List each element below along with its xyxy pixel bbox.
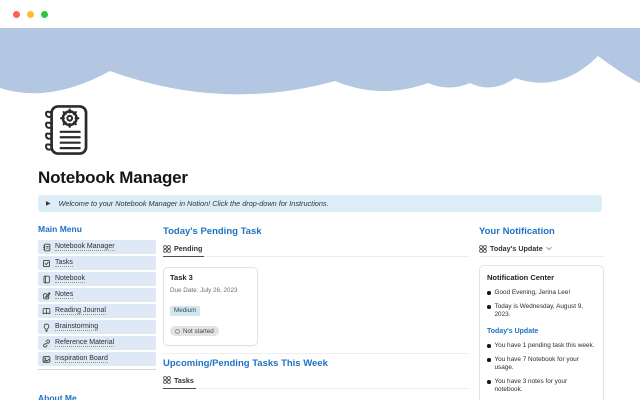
sidebar-item-reference-material[interactable]: Reference Material bbox=[38, 336, 156, 350]
page-icon-notebook[interactable] bbox=[38, 101, 96, 159]
open-book-icon bbox=[42, 307, 51, 316]
board-separator bbox=[163, 353, 469, 354]
tab-label: Tasks bbox=[174, 376, 194, 385]
tab-label: Pending bbox=[174, 244, 202, 253]
sidebar-item-label: Notebook Manager bbox=[55, 243, 115, 252]
notification-item: Good Evening, Jerina Lee! bbox=[487, 289, 596, 297]
gallery-view-icon bbox=[163, 245, 171, 253]
cloud-wave-decoration bbox=[0, 28, 640, 98]
bullet-icon bbox=[487, 344, 491, 348]
notion-window: Notebook Manager ▶ Welcome to your Noteb… bbox=[0, 0, 640, 400]
header-banner bbox=[0, 28, 640, 98]
notification-text: You have 3 notes for your notebook. bbox=[495, 378, 597, 394]
compose-icon bbox=[42, 291, 51, 300]
notification-item: You have 3 notes for your notebook. bbox=[487, 378, 596, 394]
instructions-callout[interactable]: ▶ Welcome to your Notebook Manager in No… bbox=[38, 195, 602, 212]
tasks-tab-bar: Tasks bbox=[163, 374, 469, 389]
sidebar-item-notebook-manager[interactable]: Notebook Manager bbox=[38, 240, 156, 254]
task-check-icon bbox=[42, 259, 51, 268]
notification-text: Today is Wednesday, August 9, 2023. bbox=[495, 303, 597, 319]
sidebar-item-notebook[interactable]: Notebook bbox=[38, 272, 156, 286]
lightbulb-icon bbox=[42, 323, 51, 332]
priority-badge: Medium bbox=[170, 306, 200, 316]
bullet-icon bbox=[487, 305, 491, 309]
bullet-icon bbox=[487, 291, 491, 295]
main-menu-heading: Main Menu bbox=[38, 224, 156, 234]
image-frame-icon bbox=[42, 355, 51, 364]
sidebar-item-reading-journal[interactable]: Reading Journal bbox=[38, 304, 156, 318]
todays-pending-task-heading: Today's Pending Task bbox=[163, 226, 469, 237]
sidebar-item-label: Notes bbox=[55, 291, 73, 300]
notification-item: Today is Wednesday, August 9, 2023. bbox=[487, 303, 596, 319]
notification-text: You have 1 pending task this week. bbox=[495, 342, 595, 350]
spiral-notebook-icon bbox=[42, 243, 51, 252]
status-ring-icon bbox=[175, 329, 180, 334]
tab-tasks[interactable]: Tasks bbox=[163, 376, 196, 389]
bullet-icon bbox=[487, 380, 491, 384]
sidebar-item-inspiration-board[interactable]: Inspiration Board bbox=[38, 352, 156, 366]
notification-item: You have 1 pending task this week. bbox=[487, 342, 596, 350]
window-titlebar bbox=[0, 0, 640, 28]
toggle-triangle-icon[interactable]: ▶ bbox=[46, 201, 51, 207]
tab-label: Today's Update bbox=[490, 244, 543, 253]
tab-pending[interactable]: Pending bbox=[163, 244, 204, 257]
task-title: Task 3 bbox=[170, 273, 251, 282]
sidebar-item-tasks[interactable]: Tasks bbox=[38, 256, 156, 270]
page-title: Notebook Manager bbox=[38, 168, 602, 188]
notification-item: You have 7 Notebook for your usage. bbox=[487, 356, 596, 372]
sidebar-item-label: Reference Material bbox=[55, 339, 114, 348]
sidebar-item-label: Inspiration Board bbox=[55, 355, 108, 364]
notification-tab-bar: Today's Update bbox=[479, 242, 604, 257]
notification-card-title: Notification Center bbox=[487, 273, 596, 282]
gallery-view-icon bbox=[479, 245, 487, 253]
sidebar-item-notes[interactable]: Notes bbox=[38, 288, 156, 302]
status-badge: Not started bbox=[170, 326, 219, 336]
gallery-view-icon bbox=[163, 376, 171, 384]
chevron-down-icon bbox=[546, 246, 552, 251]
your-notification-heading: Your Notification bbox=[479, 226, 604, 237]
bullet-icon bbox=[487, 358, 491, 362]
pending-tab-bar: Pending bbox=[163, 242, 469, 257]
page-columns: Main Menu Notebook Manager Tasks bbox=[38, 222, 602, 400]
sidebar-item-label: Notebook bbox=[55, 275, 85, 284]
notification-text: Good Evening, Jerina Lee! bbox=[495, 289, 571, 297]
sidebar-item-label: Brainstorming bbox=[55, 323, 98, 332]
link-icon bbox=[42, 339, 51, 348]
sidebar-item-label: Tasks bbox=[55, 259, 73, 268]
task-due-date: Due Date: July 26, 2023 bbox=[170, 287, 251, 294]
about-me-heading: About Me bbox=[38, 393, 156, 400]
callout-text: Welcome to your Notebook Manager in Noti… bbox=[59, 199, 329, 208]
main-menu-column: Main Menu Notebook Manager Tasks bbox=[38, 222, 156, 400]
notification-text: You have 7 Notebook for your usage. bbox=[495, 356, 597, 372]
notification-center-card[interactable]: Notification Center Good Evening, Jerina… bbox=[479, 265, 604, 400]
book-icon bbox=[42, 275, 51, 284]
divider bbox=[38, 369, 156, 370]
minimize-window-button[interactable] bbox=[27, 11, 34, 18]
sidebar-item-brainstorming[interactable]: Brainstorming bbox=[38, 320, 156, 334]
upcoming-tasks-heading: Upcoming/Pending Tasks This Week bbox=[163, 358, 469, 369]
tasks-column: Today's Pending Task Pending Task 3 Due … bbox=[163, 222, 469, 400]
sidebar-item-label: Reading Journal bbox=[55, 307, 106, 316]
todays-update-view-selector[interactable]: Today's Update bbox=[479, 244, 554, 257]
maximize-window-button[interactable] bbox=[41, 11, 48, 18]
task-card[interactable]: Task 3 Due Date: July 26, 2023 Medium No… bbox=[163, 267, 258, 346]
status-label: Not started bbox=[183, 328, 214, 335]
notification-column: Your Notification Today's Update Notific… bbox=[479, 222, 604, 400]
close-window-button[interactable] bbox=[13, 11, 20, 18]
notebook-gear-icon bbox=[38, 101, 96, 159]
todays-update-subheading: Today's Update bbox=[487, 328, 596, 335]
